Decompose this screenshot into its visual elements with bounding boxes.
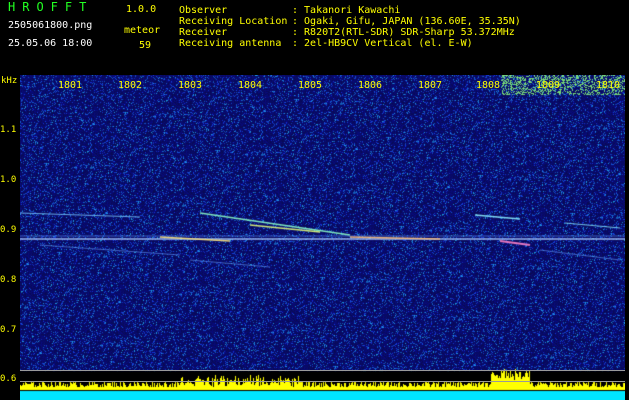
y-tick-1-1: 1.1 [0, 125, 17, 135]
filename-label: 2505061800.png [8, 20, 93, 31]
x-tick-1801: 1801 [58, 80, 83, 91]
info-key: Observer [179, 5, 228, 16]
app-version: 1.0.0 [126, 4, 157, 15]
info-row-receiver: Receiver : R820T2(RTL-SDR) SDR-Sharp 53.3… [179, 27, 521, 38]
x-tick-1808: 1808 [476, 80, 501, 91]
x-tick-1810: 1810 [596, 80, 621, 91]
x-tick-1805: 1805 [298, 80, 323, 91]
y-tick-0-6: 0.6 [0, 374, 17, 384]
app-title: HROFFT [8, 0, 94, 14]
info-row-location: Receiving Location : Ogaki, Gifu, JAPAN (… [179, 16, 521, 27]
info-value: : Takanori Kawachi [292, 5, 401, 16]
x-tick-1807: 1807 [418, 80, 443, 91]
spectrogram-canvas [20, 75, 625, 400]
x-tick-1802: 1802 [118, 80, 143, 91]
x-tick-1804: 1804 [238, 80, 263, 91]
datetime-label: 25.05.06 18:00 [8, 38, 93, 49]
y-tick-0-8: 0.8 [0, 275, 17, 285]
x-tick-1806: 1806 [358, 80, 383, 91]
station-info: Observer : Takanori Kawachi Receiving Loc… [179, 5, 521, 49]
meteor-count-label: meteor [124, 25, 161, 36]
reference-line-lower [20, 381, 625, 382]
info-row-antenna: Receiving antenna : 2el-HB9CV Vertical (e… [179, 38, 521, 49]
info-row-observer: Observer : Takanori Kawachi [179, 5, 521, 16]
y-tick-0-9: 0.9 [0, 225, 17, 235]
info-key: Receiver [179, 27, 228, 38]
reference-line-upper [20, 370, 625, 371]
y-tick-1-0: 1.0 [0, 175, 17, 185]
spectrogram-panel [20, 75, 625, 400]
y-axis-unit: kHz [1, 76, 18, 86]
meteor-count-value: 59 [139, 40, 152, 51]
x-tick-1803: 1803 [178, 80, 203, 91]
y-tick-0-7: 0.7 [0, 325, 17, 335]
info-value: : 2el-HB9CV Vertical (el. E-W) [292, 38, 473, 49]
info-key: Receiving antenna [179, 38, 282, 49]
info-key: Receiving Location [179, 16, 288, 27]
info-value: : R820T2(RTL-SDR) SDR-Sharp 53.372MHz [292, 27, 515, 38]
info-value: : Ogaki, Gifu, JAPAN (136.60E, 35.35N) [292, 16, 521, 27]
x-tick-1809: 1809 [536, 80, 561, 91]
